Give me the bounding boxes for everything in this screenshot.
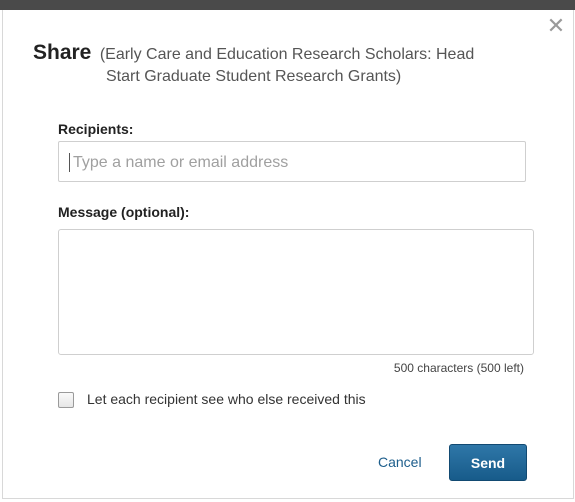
message-textarea[interactable] xyxy=(58,229,534,355)
dialog-title: Share xyxy=(33,41,92,64)
show-recipients-label[interactable]: Let each recipient see who else received… xyxy=(87,391,366,407)
send-button-label: Send xyxy=(470,454,506,471)
cancel-button[interactable]: Cancel xyxy=(378,454,422,470)
dialog-subtitle-line-1: (Early Care and Education Research Schol… xyxy=(99,46,475,63)
character-counter: 500 characters (500 left) xyxy=(393,361,524,375)
top-bar xyxy=(0,0,575,10)
text-caret xyxy=(69,153,70,172)
send-button[interactable]: Send xyxy=(449,444,527,481)
recipients-label: Recipients: xyxy=(58,121,134,137)
recipients-placeholder: Type a name or email address xyxy=(73,154,289,171)
message-label: Message (optional): xyxy=(58,204,190,220)
dialog-subtitle-line-2: Start Graduate Student Research Grants) xyxy=(106,68,402,85)
show-recipients-checkbox[interactable] xyxy=(58,392,74,408)
recipients-input[interactable]: Type a name or email address xyxy=(58,141,526,182)
close-icon[interactable]: ✕ xyxy=(546,15,566,37)
dialog-title-block: Share (Early Care and Education Research… xyxy=(33,42,543,88)
